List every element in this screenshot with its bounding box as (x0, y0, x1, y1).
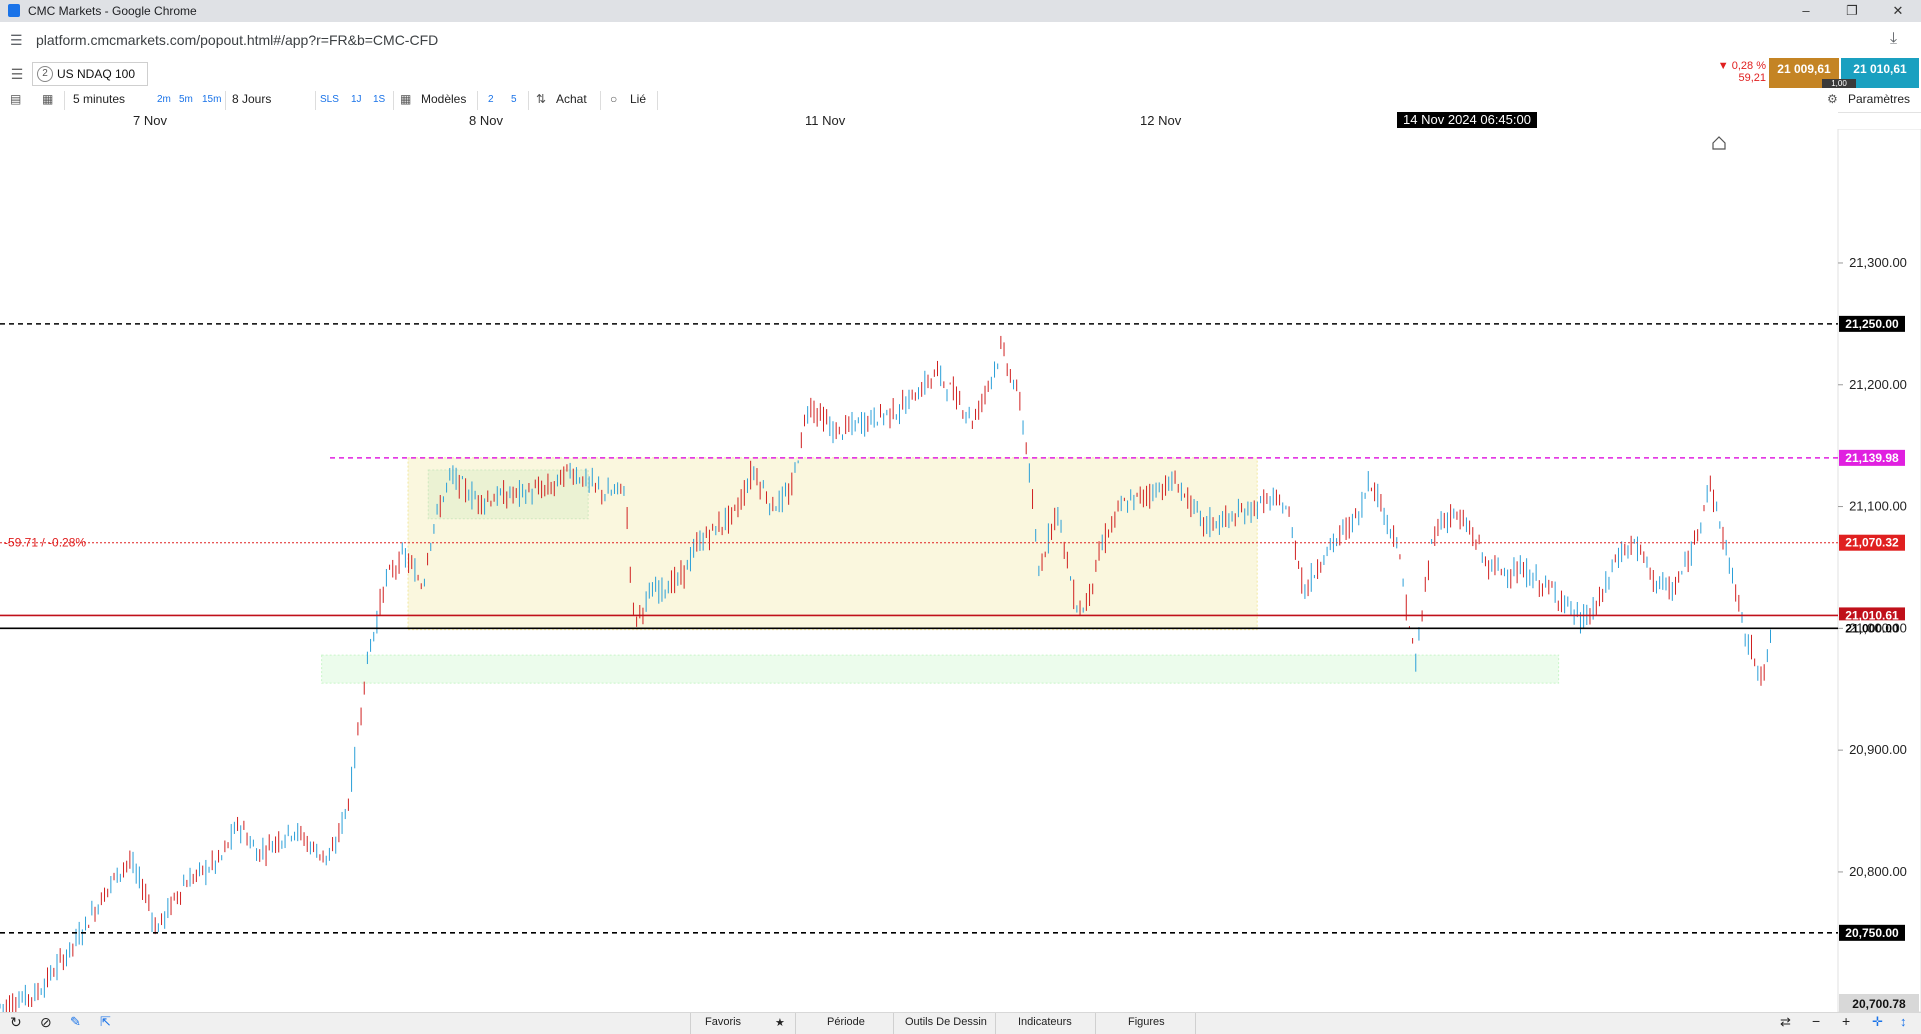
instrument-name: US NDAQ 100 (57, 67, 136, 81)
app-icon (8, 4, 20, 17)
separator (64, 91, 65, 110)
chart-type-button[interactable]: Achat (556, 92, 587, 106)
level-label: 20,750.00 (1845, 926, 1899, 940)
refresh-icon[interactable]: ↻ (10, 1014, 22, 1031)
period-button[interactable]: Période (827, 1016, 865, 1028)
download-icon[interactable]: ⤓ (1890, 30, 1897, 48)
separator (893, 1013, 894, 1034)
cursor-icon[interactable]: ⇱ (100, 1014, 111, 1030)
option-2-button[interactable]: 2 (488, 94, 494, 105)
separator (600, 91, 601, 110)
drawing-tools-button[interactable]: Outils De Dessin (905, 1016, 987, 1028)
link-icon: ○ (610, 92, 618, 106)
last-price-label: 20,700.78 (1852, 997, 1906, 1011)
date-label-7nov: 7 Nov (133, 113, 167, 128)
change-percent: 0,28 % (1731, 60, 1766, 72)
templates-icon: ▦ (400, 92, 412, 106)
zoom-fit-icon[interactable]: ⇄ (1780, 1014, 1791, 1030)
list-icon[interactable]: ▤ (10, 92, 21, 106)
sls-button[interactable]: SLS (320, 94, 339, 105)
option-5-button[interactable]: 5 (511, 94, 517, 105)
range-1j-button[interactable]: 1J (351, 94, 362, 105)
change-points: 59,21 (1738, 72, 1766, 84)
instrument-selector[interactable]: 2 US NDAQ 100 (32, 62, 148, 86)
separator (225, 91, 226, 110)
timeframe-select[interactable]: 5 minutes (73, 92, 125, 106)
separator (657, 91, 658, 110)
quick-15m-button[interactable]: 15m (202, 94, 221, 105)
change-annotation: -59.71 / -0.28% (4, 536, 86, 550)
url-field[interactable]: platform.cmcmarkets.com/popout.html#/app… (36, 32, 438, 48)
favorites-button[interactable]: Favoris (705, 1016, 741, 1028)
quick-2m-button[interactable]: 2m (157, 94, 171, 105)
date-label-12nov: 12 Nov (1140, 113, 1182, 128)
price-change: ▼ 0,28 % 59,21 (1708, 58, 1766, 88)
site-info-icon[interactable]: ☰ (10, 32, 23, 49)
restore-icon[interactable]: ❐ (1829, 0, 1875, 22)
settings-button[interactable]: Paramètres (1848, 92, 1910, 106)
close-icon[interactable]: ✕ (1875, 0, 1921, 22)
level-label: 21,139.98 (1845, 451, 1899, 465)
linked-group-badge: 2 (37, 66, 53, 82)
link-button[interactable]: Lié (630, 92, 646, 106)
instrument-row: ☰ 2 US NDAQ 100 ▼ 0,28 % 59,21 21 009,61… (0, 58, 1921, 90)
separator (528, 91, 529, 110)
chart-toolbar: ▤ ▦ 5 minutes 2m 5m 15m 8 Jours SLS 1J 1… (0, 89, 1921, 113)
star-icon[interactable]: ★ (775, 1016, 785, 1029)
cancel-icon[interactable]: ⊘ (40, 1014, 52, 1031)
price-tick-label: 20,900.00 (1849, 742, 1907, 757)
gear-icon[interactable]: ⚙ (1827, 92, 1838, 106)
price-tick-label: 21,000.00 (1849, 620, 1907, 635)
browser-title-bar: CMC Markets - Google Chrome – ❐ ✕ (0, 0, 1921, 22)
vertical-expand-icon[interactable]: ↕ (1900, 1014, 1907, 1029)
separator (995, 1013, 996, 1034)
date-label-8nov: 8 Nov (469, 113, 503, 128)
separator (477, 91, 478, 110)
down-arrow-icon: ▼ (1717, 60, 1732, 72)
cursor-date-label: 14 Nov 2024 06:45:00 (1397, 112, 1537, 128)
price-tick-label: 21,100.00 (1849, 499, 1907, 514)
pencil-icon[interactable]: ✎ (70, 1014, 81, 1030)
date-label-11nov: 11 Nov (805, 113, 846, 128)
separator (315, 91, 316, 110)
range-1s-button[interactable]: 1S (373, 94, 385, 105)
layout-icon[interactable]: ▦ (42, 92, 53, 106)
zone-2 (321, 654, 1560, 684)
price-tick-label: 21,300.00 (1849, 255, 1907, 270)
zoom-in-icon[interactable]: + (1842, 1013, 1850, 1029)
shapes-button[interactable]: Figures (1128, 1016, 1165, 1028)
separator (795, 1013, 796, 1034)
price-chart[interactable]: 21,250.0021,139.9821,070.3221,010.6121,0… (0, 129, 1921, 1012)
separator (393, 91, 394, 110)
crosshair-icon[interactable]: ✛ (1872, 1014, 1883, 1030)
quick-5m-button[interactable]: 5m (179, 94, 193, 105)
bottom-toolbar: ↻ ⊘ ✎ ⇱ Favoris ★ Période Outils De Dess… (0, 1012, 1921, 1034)
separator (690, 1013, 691, 1034)
zoom-out-icon[interactable]: − (1812, 1013, 1820, 1029)
level-label: 21,250.00 (1845, 317, 1899, 331)
date-axis: 7 Nov 8 Nov 11 Nov 12 Nov 14 Nov 2024 06… (0, 112, 1838, 130)
separator (1195, 1013, 1196, 1034)
menu-icon[interactable]: ☰ (6, 66, 28, 83)
price-tick-label: 20,800.00 (1849, 864, 1907, 879)
chart-type-icon: ⇅ (536, 92, 547, 106)
minimize-icon[interactable]: – (1783, 0, 1829, 22)
spread-value: 1,00 (1822, 79, 1856, 88)
separator (1095, 1013, 1096, 1034)
window-title: CMC Markets - Google Chrome (28, 4, 197, 18)
level-label: 21,070.32 (1845, 536, 1899, 550)
indicators-button[interactable]: Indicateurs (1018, 1016, 1072, 1028)
range-select[interactable]: 8 Jours (232, 92, 271, 106)
price-tick-label: 21,200.00 (1849, 377, 1907, 392)
templates-button[interactable]: Modèles (421, 92, 466, 106)
address-bar: ☰ platform.cmcmarkets.com/popout.html#/a… (0, 22, 1921, 59)
